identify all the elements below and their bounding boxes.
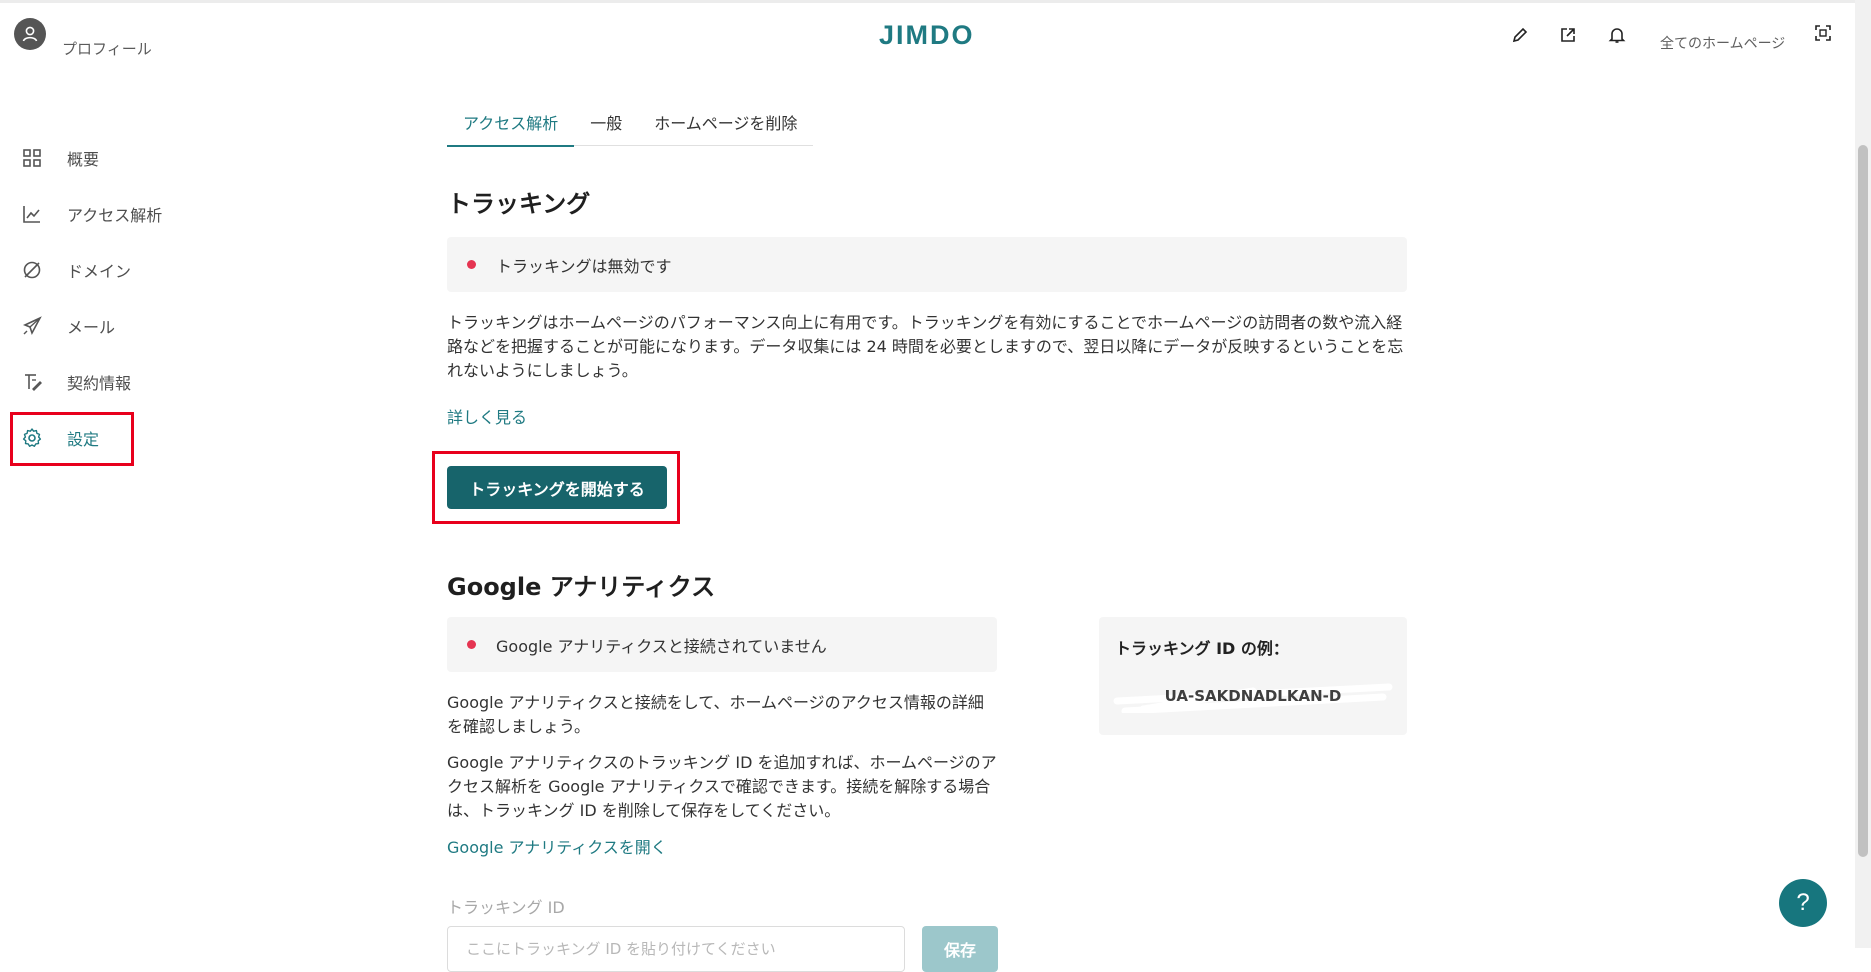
profile-label[interactable]: プロフィール	[62, 38, 152, 59]
status-dot	[467, 640, 476, 649]
start-tracking-highlight-box	[432, 451, 680, 524]
google-status-text: Google アナリティクスと接続されていません	[496, 636, 827, 656]
google-analytics-title: Google アナリティクス	[447, 573, 716, 601]
scrollbar-thumb[interactable]	[1858, 145, 1868, 857]
google-description-2: Google アナリティクスのトラッキング ID を追加すれば、ホームページのア…	[447, 753, 997, 820]
status-dot	[467, 260, 476, 269]
tracking-description: トラッキングはホームページのパフォーマンス向上に有用です。トラッキングを有効にす…	[447, 313, 1404, 380]
sidebar-item-mail[interactable]: メール	[10, 298, 310, 354]
tab-general[interactable]: 一般	[574, 100, 638, 146]
sidebar-item-contract[interactable]: 契約情報	[10, 354, 310, 410]
tracking-id-example-card: トラッキング ID の例： UA-SAKDNADLKAN-D	[1099, 617, 1407, 735]
example-tracking-id: UA-SAKDNADLKAN-D	[1164, 687, 1342, 705]
tracking-id-label: トラッキング ID	[447, 898, 565, 917]
tracking-id-input[interactable]	[447, 926, 905, 972]
sidebar-item-label: ドメイン	[67, 262, 132, 281]
contract-icon	[20, 370, 44, 394]
tracking-status-box: トラッキングは無効です	[447, 237, 1407, 292]
bell-icon[interactable]	[1606, 24, 1628, 46]
sidebar-item-analytics[interactable]: アクセス解析	[10, 186, 310, 242]
settings-highlight-box	[10, 412, 134, 466]
external-link-icon[interactable]	[1557, 24, 1579, 46]
google-description-1: Google アナリティクスと接続をして、ホームページのアクセス情報の詳細を確認…	[447, 693, 984, 736]
all-sites-link[interactable]: 全てのホームページ	[1660, 33, 1785, 53]
tab-delete-site[interactable]: ホームページを削除	[638, 100, 813, 146]
save-button[interactable]: 保存	[922, 926, 998, 972]
learn-more-link[interactable]: 詳しく見る	[447, 404, 527, 428]
tab-analytics[interactable]: アクセス解析	[447, 100, 575, 147]
user-icon	[22, 26, 38, 42]
grid-icon	[20, 146, 44, 170]
open-google-analytics-link[interactable]: Google アナリティクスを開く	[447, 834, 667, 858]
sidebar-item-label: 概要	[67, 150, 100, 169]
pencil-icon[interactable]	[1509, 24, 1531, 46]
top-border	[0, 0, 1871, 3]
sidebar-item-label: アクセス解析	[67, 206, 163, 225]
sidebar-item-domain[interactable]: ドメイン	[10, 242, 310, 298]
avatar[interactable]	[14, 18, 46, 50]
jimdo-logo[interactable]: JIMDO	[879, 20, 975, 51]
sidebar-item-overview[interactable]: 概要	[10, 130, 310, 186]
settings-tabs: アクセス解析 一般 ホームページを削除	[447, 100, 814, 147]
help-button[interactable]: ?	[1779, 879, 1827, 927]
profile-menu[interactable]: プロフィール	[14, 18, 152, 59]
scan-icon[interactable]	[1812, 22, 1834, 44]
sidebar-item-label: メール	[67, 318, 116, 337]
tracking-status-text: トラッキングは無効です	[496, 256, 672, 276]
example-title: トラッキング ID の例：	[1115, 639, 1289, 658]
analytics-icon	[20, 202, 44, 226]
sidebar-item-label: 契約情報	[67, 374, 132, 393]
paper-plane-icon	[20, 314, 44, 338]
domain-icon	[20, 258, 44, 282]
google-status-box: Google アナリティクスと接続されていません	[447, 617, 997, 672]
tracking-title: トラッキング	[447, 190, 591, 218]
